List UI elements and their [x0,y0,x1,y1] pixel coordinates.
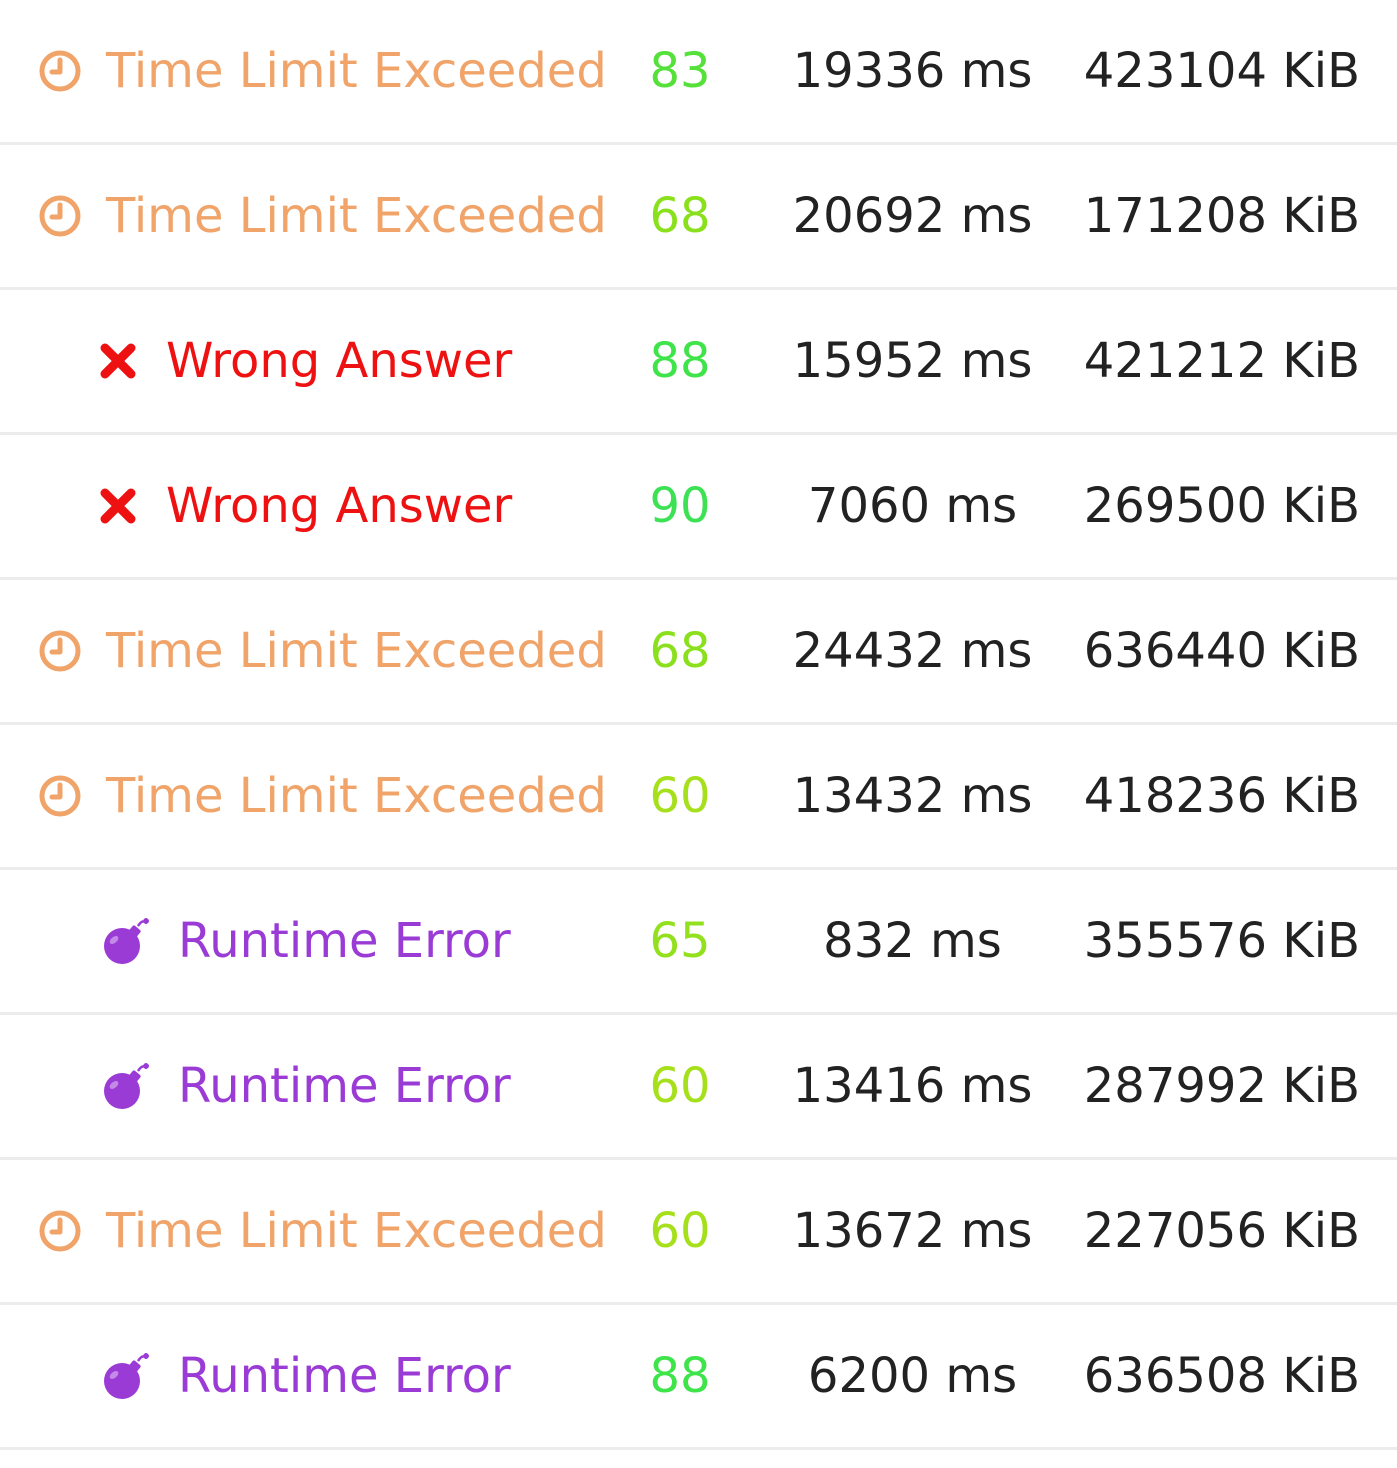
time-cell: 7060 ms [807,478,1018,534]
time-cell: 6200 ms [807,1348,1018,1404]
status-label[interactable]: Wrong Answer [166,333,512,389]
status-label[interactable]: Time Limit Exceeded [106,43,607,99]
score-cell: 68 [649,188,711,244]
memory-cell: 227056 KiB [1083,1203,1360,1259]
score-cell: 88 [649,333,711,389]
time-cell: 13672 ms [792,1203,1033,1259]
status-cell: Runtime Error [0,870,580,1012]
memory-cell: 269500 KiB [1083,478,1360,534]
table-row-7: Runtime Error 65 832 ms 355576 KiB [0,870,1397,1015]
status-label[interactable]: Wrong Answer [166,478,512,534]
time-cell: 24432 ms [792,623,1033,679]
status-label[interactable]: Time Limit Exceeded [106,188,607,244]
table-row-5: Time Limit Exceeded 68 24432 ms 636440 K… [0,580,1397,725]
status-label[interactable]: Runtime Error [178,913,511,969]
table-row-4: Wrong Answer 90 7060 ms 269500 KiB [0,435,1397,580]
table-row-8: Runtime Error 60 13416 ms 287992 KiB [0,1015,1397,1160]
memory-cell: 171208 KiB [1083,188,1360,244]
score-cell: 60 [649,768,711,824]
status-cell: Time Limit Exceeded [0,145,607,287]
status-label[interactable]: Runtime Error [178,1348,511,1404]
memory-cell: 355576 KiB [1083,913,1360,969]
memory-cell: 287992 KiB [1083,1058,1360,1114]
table-row-1: Time Limit Exceeded 83 19336 ms 423104 K… [0,0,1397,145]
status-cell: Time Limit Exceeded [0,0,607,142]
score-cell: 65 [649,913,711,969]
table-row-2: Time Limit Exceeded 68 20692 ms 171208 K… [0,145,1397,290]
clock-icon [38,628,82,674]
score-cell: 88 [649,1348,711,1404]
status-cell: Time Limit Exceeded [0,725,607,867]
status-cell: Wrong Answer [0,290,580,432]
time-cell: 13432 ms [792,768,1033,824]
score-cell: 90 [649,478,711,534]
clock-icon [38,48,82,94]
bomb-icon [100,1059,154,1113]
memory-cell: 423104 KiB [1083,43,1360,99]
time-cell: 13416 ms [792,1058,1033,1114]
status-cell: Runtime Error [0,1015,580,1157]
memory-cell: 636440 KiB [1083,623,1360,679]
memory-cell: 636508 KiB [1083,1348,1360,1404]
cross-icon [100,488,136,524]
status-label[interactable]: Time Limit Exceeded [106,768,607,824]
clock-icon [38,773,82,819]
status-cell: Time Limit Exceeded [0,580,607,722]
bomb-icon [100,914,154,968]
time-cell: 15952 ms [792,333,1033,389]
cross-icon [100,343,136,379]
memory-cell: 421212 KiB [1083,333,1360,389]
status-label[interactable]: Runtime Error [178,1058,511,1114]
score-cell: 60 [649,1058,711,1114]
table-row-3: Wrong Answer 88 15952 ms 421212 KiB [0,290,1397,435]
status-label[interactable]: Time Limit Exceeded [106,1203,607,1259]
time-cell: 19336 ms [792,43,1033,99]
table-row-10: Runtime Error 88 6200 ms 636508 KiB [0,1305,1397,1450]
time-cell: 20692 ms [792,188,1033,244]
clock-icon [38,193,82,239]
status-cell: Runtime Error [0,1305,580,1447]
bomb-icon [100,1349,154,1403]
table-row-9: Time Limit Exceeded 60 13672 ms 227056 K… [0,1160,1397,1305]
submission-results-table: Time Limit Exceeded 83 19336 ms 423104 K… [0,0,1397,1450]
table-row-6: Time Limit Exceeded 60 13432 ms 418236 K… [0,725,1397,870]
memory-cell: 418236 KiB [1083,768,1360,824]
score-cell: 60 [649,1203,711,1259]
status-cell: Time Limit Exceeded [0,1160,607,1302]
status-cell: Wrong Answer [0,435,580,577]
score-cell: 83 [649,43,711,99]
clock-icon [38,1208,82,1254]
status-label[interactable]: Time Limit Exceeded [106,623,607,679]
time-cell: 832 ms [823,913,1002,969]
score-cell: 68 [649,623,711,679]
